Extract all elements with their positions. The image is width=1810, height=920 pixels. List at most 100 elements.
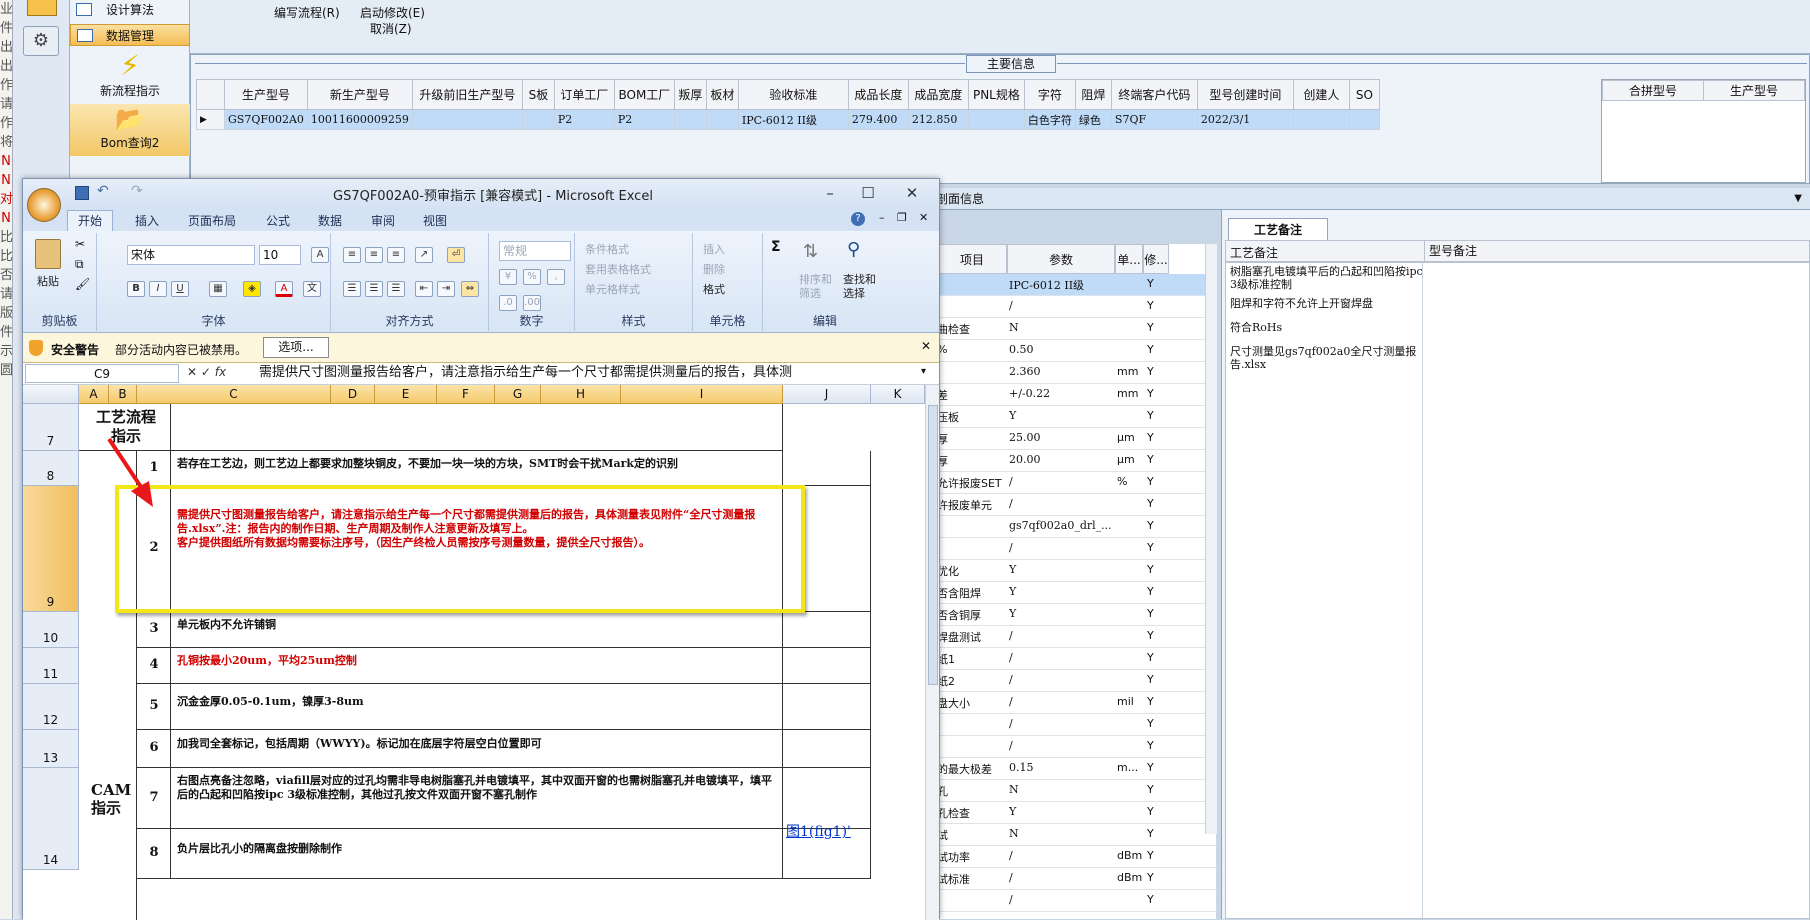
column-header[interactable]: 生产型号 xyxy=(224,79,308,110)
column-header[interactable]: 升级前旧生产型号 xyxy=(411,79,523,110)
table-cell[interactable]: IPC-6012 II级 xyxy=(737,109,849,130)
table-cell[interactable] xyxy=(967,109,1025,130)
params-row[interactable]: 优化 Y Y xyxy=(937,560,1217,582)
cell-item-number[interactable]: 4 xyxy=(137,648,171,684)
figure-link[interactable]: 图1(fig1)' xyxy=(786,821,851,841)
params-row[interactable]: 焊盘测试 / Y xyxy=(937,626,1217,648)
increase-decimal-icon[interactable]: .0 xyxy=(499,295,517,311)
column-header-j[interactable]: J xyxy=(783,385,871,404)
insert-cells-button[interactable]: 插入 xyxy=(703,241,725,257)
find-select-button[interactable]: 查找和选择 xyxy=(843,273,879,301)
tab-data[interactable]: 数据 xyxy=(318,212,342,229)
redo-icon[interactable]: ↷ xyxy=(131,183,143,199)
table-cell[interactable]: P2 xyxy=(553,109,615,130)
border-icon[interactable]: ▦ xyxy=(209,281,227,297)
help-icon[interactable]: ? xyxy=(851,212,865,226)
paste-icon[interactable] xyxy=(35,239,61,269)
params-row[interactable]: 允许报废SET /% Y xyxy=(937,472,1217,494)
cell-instruction[interactable]: 加我司全套标记，包括周期（WWYY)。标记加在底层字符层空白位置即可 xyxy=(171,730,783,768)
minimize-icon[interactable]: – xyxy=(879,211,885,224)
font-color-icon[interactable]: A xyxy=(275,281,293,297)
formula-input[interactable]: 需提供尺寸图测量报告给客户，请注意指示给生产每一个尺寸都需提供测量后的报告，具体… xyxy=(259,364,917,383)
tab-formulas[interactable]: 公式 xyxy=(266,212,290,229)
params-row[interactable]: 试NY xyxy=(937,824,1217,846)
nav-item-bom-query[interactable]: 📂 Bom查询2 xyxy=(70,104,190,156)
maximize-icon[interactable]: ☐ xyxy=(854,183,882,203)
params-row[interactable]: 许报废单元 / Y xyxy=(937,494,1217,516)
tab-home[interactable]: 开始 xyxy=(67,210,114,231)
params-row[interactable]: 厚 20.00 μm Y xyxy=(937,450,1217,472)
phonetic-icon[interactable]: 文 xyxy=(303,281,321,297)
column-header-a[interactable]: A xyxy=(79,385,109,404)
tab-process-notes[interactable]: 工艺备注 xyxy=(1228,218,1328,240)
table-cell[interactable]: GS7QF002A0 xyxy=(224,109,308,130)
percent-icon[interactable]: % xyxy=(523,269,541,285)
params-row[interactable]: / Y xyxy=(937,714,1217,736)
cell-style-button[interactable]: 单元格样式 xyxy=(585,281,640,297)
table-cell[interactable]: 10011600009259 xyxy=(306,109,413,130)
params-row[interactable]: gs7qf002a0_drl_... Y xyxy=(937,516,1217,538)
select-all-corner[interactable] xyxy=(23,385,79,404)
tab-review[interactable]: 审阅 xyxy=(371,212,395,229)
column-header[interactable]: 阻焊 xyxy=(1074,79,1112,110)
undo-icon[interactable]: ↶ xyxy=(97,183,109,199)
params-row[interactable]: 2.360 mm Y xyxy=(937,362,1217,384)
table-cell[interactable] xyxy=(705,109,739,130)
tab-insert[interactable]: 插入 xyxy=(135,212,159,229)
params-row[interactable]: 孔检查 Y Y xyxy=(937,802,1217,824)
section-header-profile[interactable]: 剖面信息 ▼ xyxy=(936,188,1810,210)
table-cell[interactable]: S7QF xyxy=(1110,109,1198,130)
table-cell[interactable]: P2 xyxy=(613,109,675,130)
tab-view[interactable]: 视图 xyxy=(423,212,447,229)
params-row[interactable]: IPC-6012 II级 Y xyxy=(937,274,1217,296)
align-left-icon[interactable]: ☰ xyxy=(343,281,361,297)
copy-icon[interactable]: ⧉ xyxy=(75,257,84,272)
align-bottom-icon[interactable]: ≡ xyxy=(387,247,405,263)
cell-instruction[interactable]: 单元板内不允许铺铜 xyxy=(171,612,783,648)
currency-icon[interactable]: ¥ xyxy=(499,269,517,285)
close-icon[interactable]: ✕ xyxy=(898,183,926,203)
merge-center-icon[interactable]: ⇔ xyxy=(461,281,479,297)
merge-col-header[interactable]: 合拼型号 xyxy=(1602,80,1704,101)
params-row[interactable]: 试标准 / dBm Y xyxy=(937,868,1217,890)
row-header[interactable]: 9 xyxy=(23,486,79,612)
column-header[interactable]: 字符 xyxy=(1023,79,1076,110)
column-header[interactable]: 新生产型号 xyxy=(306,79,413,110)
expand-formula-icon[interactable]: ▾ xyxy=(921,366,926,377)
params-column-header[interactable]: 参数 xyxy=(1007,244,1115,274)
cut-icon[interactable]: ✂ xyxy=(75,237,85,251)
params-column-header[interactable]: 项目 xyxy=(937,244,1007,274)
column-header-k[interactable]: K xyxy=(871,385,925,404)
params-column-header[interactable]: 单... xyxy=(1115,244,1143,274)
orientation-icon[interactable]: ↗ xyxy=(415,247,433,263)
params-row[interactable]: / Y xyxy=(937,538,1217,560)
params-row[interactable]: 试功率 / dBm Y xyxy=(937,846,1217,868)
cell-empty[interactable] xyxy=(783,768,871,829)
params-row[interactable]: 否含铜厚 Y Y xyxy=(937,604,1217,626)
office-button[interactable] xyxy=(27,188,61,222)
calculator-icon[interactable] xyxy=(27,0,57,16)
security-options-button[interactable]: 选项... xyxy=(263,337,329,358)
indent-increase-icon[interactable]: ⇥ xyxy=(437,281,455,297)
underline-icon[interactable]: U xyxy=(171,281,189,297)
column-header[interactable]: 终端客户代码 xyxy=(1110,79,1198,110)
params-row[interactable]: % 0.50 Y xyxy=(937,340,1217,362)
table-format-button[interactable]: 套用表格格式 xyxy=(585,261,651,277)
toolbar-cancel[interactable]: 取消(Z) xyxy=(370,20,412,37)
comma-icon[interactable]: , xyxy=(547,269,565,285)
number-format-select[interactable]: 常规 xyxy=(499,241,571,261)
cell-empty[interactable] xyxy=(783,612,871,648)
row-indicator[interactable]: ▶ xyxy=(196,109,225,130)
table-cell[interactable] xyxy=(521,109,555,130)
name-box[interactable]: C9 xyxy=(25,364,179,383)
align-right-icon[interactable]: ☰ xyxy=(387,281,405,297)
column-header[interactable]: PNL规格 xyxy=(967,79,1025,110)
paste-button[interactable]: 粘贴 xyxy=(37,273,59,289)
table-cell[interactable] xyxy=(1348,109,1380,130)
row-header[interactable]: 14 xyxy=(23,768,79,870)
sort-icon[interactable]: ⇅ xyxy=(803,241,818,262)
cell-instruction[interactable]: 若存在工艺边，则工艺边上都要求加整块铜皮，不要加一块一块的方块，SMT时会干扰M… xyxy=(171,451,783,486)
params-row[interactable]: 差 +/-0.22 mm Y xyxy=(937,384,1217,406)
cell-item-number[interactable]: 7 xyxy=(137,768,171,829)
params-column-header[interactable]: 修... xyxy=(1143,244,1169,274)
